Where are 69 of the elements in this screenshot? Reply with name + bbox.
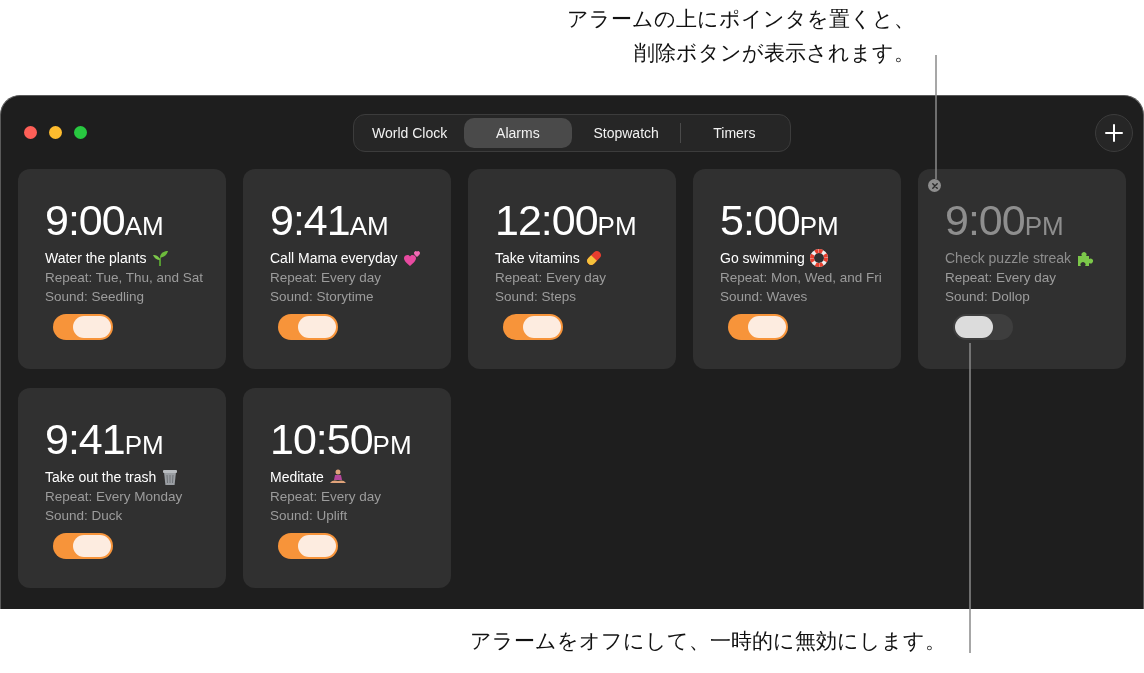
tab[interactable]: Timers xyxy=(680,117,788,148)
sprout-icon xyxy=(151,249,170,267)
alarm-time: 9:00 xyxy=(945,196,1025,245)
repeat-text: Repeat: Every day xyxy=(270,269,383,287)
alarm-label: Meditate xyxy=(270,469,324,485)
callout-text: 削除ボタンが表示されます。 xyxy=(634,40,915,67)
alarm-card[interactable]: 10:50PM Meditate Repeat: Every day Sound: Uplift xyxy=(243,388,451,588)
alarm-label: Go swimming xyxy=(720,250,805,266)
alarm-toggle[interactable] xyxy=(53,314,113,340)
alarm-time: 12:00 xyxy=(495,196,598,245)
alarm-toggle[interactable] xyxy=(503,314,563,340)
alarm-time: 5:00 xyxy=(720,196,800,245)
alarm-card[interactable]: 9:41PM Take out the trash Repeat: Every Monday Sound: Duck xyxy=(18,388,226,588)
sound-text: Sound: Uplift xyxy=(270,507,349,525)
minimize-button[interactable] xyxy=(49,126,62,139)
alarm-time: 9:41 xyxy=(45,415,125,464)
tab[interactable]: World Clock xyxy=(356,117,464,148)
alarm-time: 10:50 xyxy=(270,415,373,464)
lifebuoy-icon xyxy=(809,249,828,267)
plus-icon xyxy=(1105,123,1123,142)
alarm-period: AM xyxy=(349,211,389,242)
repeat-text: Repeat: Tue, Thu, and Sat xyxy=(45,269,205,287)
close-icon xyxy=(931,182,938,189)
repeat-text: Repeat: Every day xyxy=(270,488,383,506)
alarm-card[interactable]: 12:00PM Take vitamins Repeat: Every day Sound: Steps xyxy=(468,169,676,369)
alarm-toggle[interactable] xyxy=(953,314,1013,340)
alarm-toggle[interactable] xyxy=(278,314,338,340)
sound-text: Sound: Steps xyxy=(495,288,578,306)
hearts-icon xyxy=(402,249,421,267)
alarm-toggle[interactable] xyxy=(53,533,113,559)
alarm-card[interactable]: 9:41AM Call Mama everyday Repeat: Every day Sound: Storytime xyxy=(243,169,451,369)
alarm-period: PM xyxy=(1024,211,1064,242)
alarm-label: Take out the trash xyxy=(45,469,157,485)
alarm-card[interactable]: 9:00PM Check puzzle streak Repeat: Every day Sound: Dollop xyxy=(918,169,1126,369)
sound-text: Sound: Waves xyxy=(720,288,809,306)
close-button[interactable] xyxy=(24,126,37,139)
alarm-period: PM xyxy=(372,430,412,461)
repeat-text: Repeat: Every day xyxy=(495,269,608,287)
sound-text: Sound: Dollop xyxy=(945,288,1031,306)
repeat-text: Repeat: Mon, Wed, and Fri xyxy=(720,269,883,287)
alarm-period: AM xyxy=(124,211,164,242)
alarm-time: 9:00 xyxy=(45,196,125,245)
callout-text: アラームの上にポインタを置くと、 xyxy=(567,6,915,33)
alarm-label: Check puzzle streak xyxy=(945,250,1072,266)
alarm-label: Take vitamins xyxy=(495,250,580,266)
trash-can-icon xyxy=(161,468,180,486)
tab[interactable]: Stopwatch xyxy=(572,117,680,148)
tab[interactable]: Alarms xyxy=(464,117,572,148)
sound-text: Sound: Duck xyxy=(45,507,124,525)
alarm-label: Water the plants xyxy=(45,250,147,266)
alarm-card[interactable]: 5:00PM Go swimming Repeat: Mon, Wed, and Fri Sound: Waves xyxy=(693,169,901,369)
callout-text: アラームをオフにして、一時的に無効にします。 xyxy=(470,628,946,655)
sound-text: Sound: Storytime xyxy=(270,288,375,306)
alarm-card[interactable]: 9:00AM Water the plants Repeat: Tue, Thu, and Sat Sound: Seedling xyxy=(18,169,226,369)
meditating-figure-icon xyxy=(328,468,347,486)
alarm-period: PM xyxy=(799,211,839,242)
puzzle-piece-icon xyxy=(1076,249,1095,267)
add-button[interactable] xyxy=(1095,113,1133,152)
delete-button[interactable] xyxy=(928,179,941,192)
alarm-label: Call Mama everyday xyxy=(270,250,398,266)
sound-text: Sound: Seedling xyxy=(45,288,146,306)
alarm-period: PM xyxy=(124,430,164,461)
alarm-period: PM xyxy=(597,211,637,242)
repeat-text: Repeat: Every day xyxy=(945,269,1058,287)
zoom-button[interactable] xyxy=(74,126,87,139)
repeat-text: Repeat: Every Monday xyxy=(45,488,184,506)
alarm-toggle[interactable] xyxy=(278,533,338,559)
alarm-toggle[interactable] xyxy=(728,314,788,340)
alarm-time: 9:41 xyxy=(270,196,350,245)
